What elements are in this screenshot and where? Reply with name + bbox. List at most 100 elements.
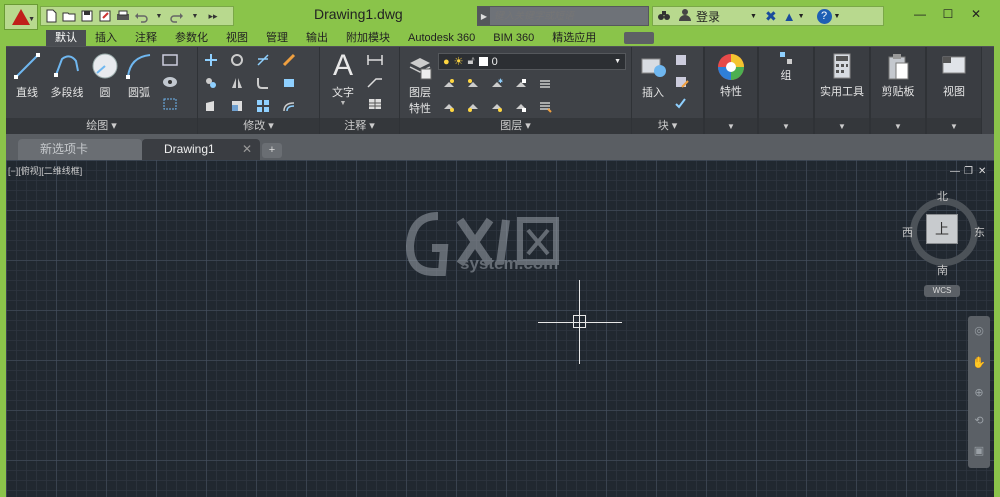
viewcube[interactable]: 上 北 南 东 西 [902, 191, 985, 277]
region-icon[interactable] [161, 97, 179, 111]
tab-home[interactable]: 默认 [46, 30, 86, 46]
tab-featured-apps[interactable]: 精选应用 [543, 30, 605, 46]
print-icon[interactable] [116, 9, 130, 23]
tab-manage[interactable]: 管理 [257, 30, 297, 46]
new-tab[interactable]: 新选项卡 [18, 139, 142, 160]
layer-make-current-icon[interactable] [538, 77, 552, 91]
orbit-icon[interactable]: ⟲ [971, 414, 987, 430]
showmotion-icon[interactable]: ▣ [971, 444, 987, 460]
viewcube-top-face[interactable]: 上 [926, 214, 958, 244]
properties-panel[interactable]: 特性 ▼ [704, 47, 758, 135]
a360-icon[interactable]: ▲ [783, 9, 796, 24]
layer-off-icon[interactable] [442, 77, 456, 91]
drawing-canvas[interactable]: [−][俯视][二维线框] — ❐ ✕ system.com 上 北 南 东 西… [6, 160, 994, 497]
more-commands-icon[interactable]: ▸▸ [206, 9, 220, 23]
new-file-icon[interactable] [44, 9, 58, 23]
undo-icon[interactable] [134, 9, 148, 23]
close-icon[interactable]: ✕ [242, 139, 252, 160]
explode-icon[interactable] [282, 76, 296, 90]
tab-autodesk-360[interactable]: Autodesk 360 [399, 30, 484, 46]
steering-wheel-icon[interactable]: ◎ [971, 324, 987, 340]
erase-icon[interactable] [282, 53, 296, 67]
rotate-icon[interactable] [230, 53, 244, 67]
trim-icon[interactable] [256, 53, 270, 67]
fillet-icon[interactable] [256, 76, 270, 90]
compass-south[interactable]: 南 [937, 262, 948, 278]
create-block-icon[interactable] [674, 53, 690, 67]
hatch-icon[interactable] [161, 75, 179, 89]
layer-on-icon[interactable] [442, 99, 456, 113]
scale-icon[interactable] [230, 99, 244, 113]
viewport-restore-icon[interactable]: ❐ [964, 166, 973, 177]
layer-match-icon[interactable] [538, 99, 552, 113]
tab-addins[interactable]: 附加模块 [337, 30, 399, 46]
annotation-panel-title[interactable]: 注释 ▾ [320, 118, 399, 135]
tab-parametric[interactable]: 参数化 [166, 30, 217, 46]
layer-freeze-icon[interactable]: ✱ [490, 77, 504, 91]
login-link[interactable]: 登录 [696, 8, 720, 25]
layer-thaw-icon[interactable] [490, 99, 504, 113]
redo-icon[interactable] [170, 9, 184, 23]
offset-icon[interactable] [282, 99, 296, 113]
user-icon[interactable] [679, 8, 693, 24]
viewport-minimize-icon[interactable]: — [950, 166, 960, 177]
ribbon-minimize-button[interactable] [624, 32, 654, 44]
wcs-menu-button[interactable]: WCS [924, 285, 960, 297]
maximize-button[interactable]: ☐ [936, 6, 960, 22]
tab-bim-360[interactable]: BIM 360 [484, 30, 543, 46]
line-button[interactable]: 直线 [6, 51, 48, 100]
insert-block-button[interactable]: 插入 [632, 51, 674, 100]
tab-annotate[interactable]: 注释 [126, 30, 166, 46]
expand-arrow-icon[interactable]: ▶ [478, 7, 490, 25]
mirror-icon[interactable] [230, 76, 244, 90]
copy-icon[interactable] [204, 76, 218, 90]
layer-dropdown[interactable]: ● ☀ 🔓︎ 0 ▼ [438, 53, 626, 70]
add-tab-button[interactable]: + [262, 143, 282, 158]
chevron-down-icon[interactable]: ▼ [798, 13, 805, 20]
draw-panel-title[interactable]: 绘图 ▾ [6, 118, 197, 135]
layer-isolate-icon[interactable] [466, 77, 480, 91]
block-panel-title[interactable]: 块 ▾ [632, 118, 703, 135]
save-icon[interactable] [80, 9, 94, 23]
binoculars-icon[interactable] [657, 9, 673, 24]
drawing1-tab[interactable]: Drawing1 ✕ [142, 139, 260, 160]
tab-view[interactable]: 视图 [217, 30, 257, 46]
layer-properties-button[interactable]: 图层 特性 [404, 53, 436, 116]
viewport-close-icon[interactable]: ✕ [978, 166, 986, 177]
open-folder-icon[interactable] [62, 9, 76, 23]
save-as-icon[interactable] [98, 9, 112, 23]
move-icon[interactable] [204, 53, 218, 67]
clipboard-panel[interactable]: 剪贴板 ▼ [870, 47, 926, 135]
application-menu-button[interactable]: ▼ [4, 4, 38, 30]
compass-east[interactable]: 东 [974, 224, 985, 240]
text-button[interactable]: A 文字 ▼ [322, 51, 364, 108]
view-panel[interactable]: 视图 ▼ [926, 47, 982, 135]
leader-icon[interactable] [366, 75, 386, 89]
tab-output[interactable]: 输出 [297, 30, 337, 46]
chevron-down-icon[interactable]: ▼ [188, 9, 202, 23]
help-icon[interactable]: ? [816, 8, 832, 24]
layer-lock-icon[interactable] [514, 77, 528, 91]
search-input[interactable] [490, 10, 640, 22]
stretch-icon[interactable] [204, 99, 218, 113]
modify-panel-title[interactable]: 修改 ▾ [198, 118, 319, 135]
chevron-down-icon[interactable]: ▼ [750, 13, 757, 20]
dimension-icon[interactable] [366, 53, 386, 67]
minimize-button[interactable]: — [908, 6, 932, 22]
rectangle-icon[interactable] [161, 53, 179, 67]
pan-icon[interactable]: ✋ [971, 356, 987, 372]
edit-block-icon[interactable] [674, 75, 690, 89]
array-icon[interactable] [256, 99, 270, 113]
chevron-down-icon[interactable]: ▼ [834, 13, 841, 20]
group-panel[interactable]: 组 ▼ [758, 47, 814, 135]
utilities-panel[interactable]: 实用工具 ▼ [814, 47, 870, 135]
close-button[interactable]: ✕ [964, 6, 988, 22]
zoom-extents-icon[interactable]: ⊕ [971, 386, 987, 402]
tab-insert[interactable]: 插入 [86, 30, 126, 46]
layer-unisolate-icon[interactable] [466, 99, 480, 113]
compass-north[interactable]: 北 [937, 188, 948, 204]
compass-west[interactable]: 西 [902, 224, 913, 240]
arc-button[interactable]: 圆弧 [118, 51, 160, 100]
viewport-controls-label[interactable]: [−][俯视][二维线框] [8, 164, 82, 177]
edit-attributes-icon[interactable] [674, 97, 690, 111]
